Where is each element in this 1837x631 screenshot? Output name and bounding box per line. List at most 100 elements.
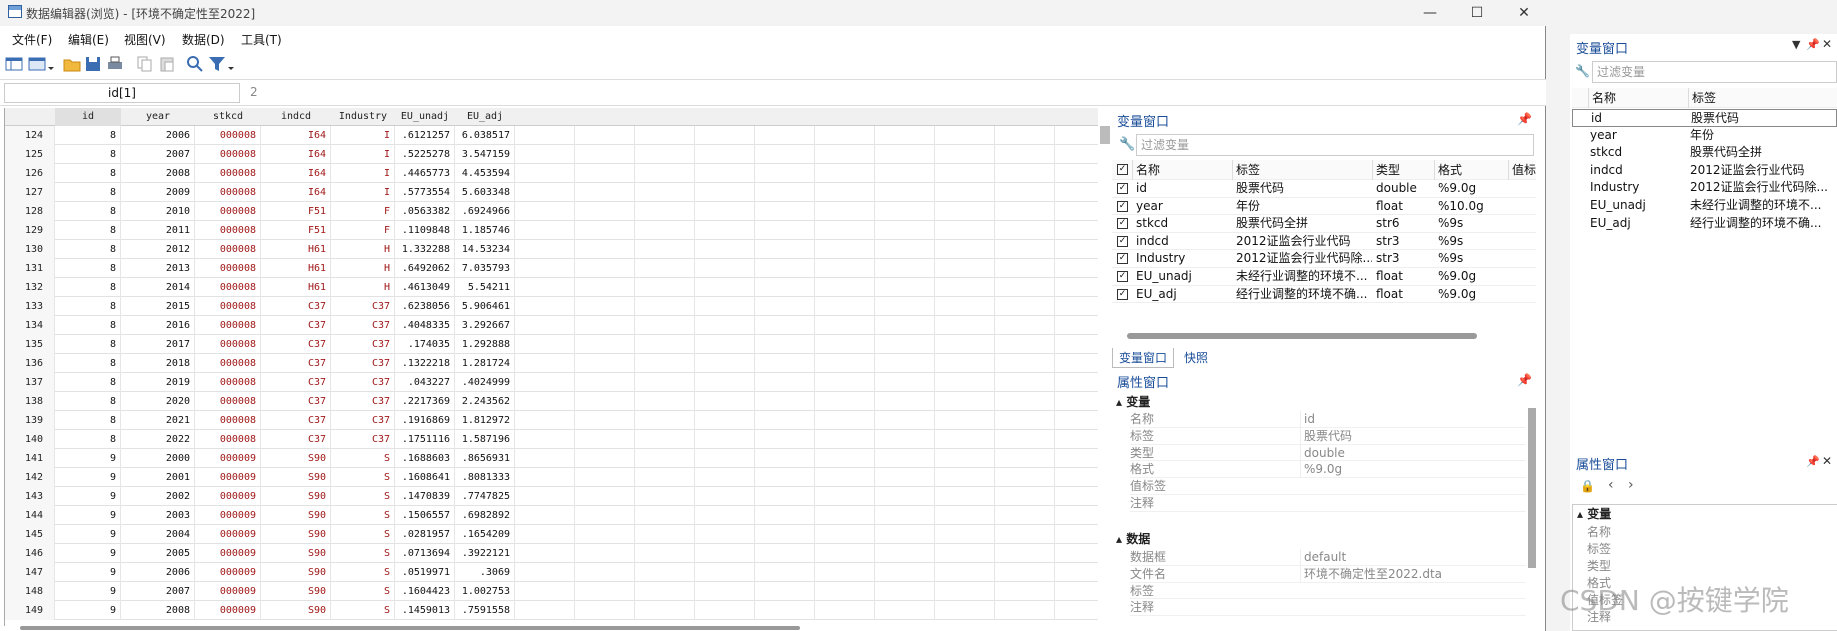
grid-cell[interactable]: H [331, 240, 395, 259]
empty-cell[interactable] [755, 221, 815, 240]
column-header-eu-adj[interactable]: EU_adj [455, 108, 515, 126]
empty-cell[interactable] [875, 221, 935, 240]
empty-cell[interactable] [635, 601, 695, 620]
right-section-variable[interactable]: ▴ 变量 [1577, 505, 1827, 525]
empty-cell[interactable] [695, 259, 755, 278]
empty-cell[interactable] [935, 582, 995, 601]
empty-cell[interactable] [995, 259, 1055, 278]
empty-cell[interactable] [755, 354, 815, 373]
empty-cell[interactable] [755, 259, 815, 278]
grid-cell[interactable]: .6238056 [395, 297, 455, 316]
grid-cell[interactable]: 2002 [121, 487, 195, 506]
column-header-stkcd[interactable]: stkcd [195, 108, 261, 126]
grid-cell[interactable]: 9 [55, 582, 121, 601]
empty-cell[interactable] [575, 411, 635, 430]
data-editor-icon[interactable] [5, 55, 23, 73]
empty-cell[interactable] [1055, 126, 1098, 145]
grid-cell[interactable]: 8 [55, 392, 121, 411]
grid-cell[interactable]: 2019 [121, 373, 195, 392]
property-row[interactable]: 数据框 default [1130, 549, 1526, 566]
empty-cell[interactable] [515, 240, 575, 259]
empty-cell[interactable] [755, 506, 815, 525]
grid-cell[interactable]: .4613049 [395, 278, 455, 297]
column-header-eu-unadj[interactable]: EU_unadj [395, 108, 455, 126]
grid-cell[interactable]: 8 [55, 316, 121, 335]
grid-horizontal-scrollbar[interactable] [20, 626, 800, 630]
grid-cell[interactable]: H61 [261, 278, 331, 297]
empty-cell[interactable] [815, 297, 875, 316]
back-icon[interactable]: ‹ [1608, 477, 1614, 493]
empty-cell[interactable] [575, 430, 635, 449]
property-row[interactable]: 值标签 [1130, 478, 1526, 495]
grid-cell[interactable]: I64 [261, 145, 331, 164]
empty-cell[interactable] [695, 316, 755, 335]
grid-cell[interactable]: 2011 [121, 221, 195, 240]
grid-cell[interactable]: 8 [55, 221, 121, 240]
empty-cell[interactable] [1055, 183, 1098, 202]
empty-cell[interactable] [755, 430, 815, 449]
grid-cell[interactable]: S90 [261, 582, 331, 601]
grid-cell[interactable]: 1.812972 [455, 411, 515, 430]
right-prop-pin-icon[interactable]: 📌 [1806, 455, 1820, 468]
empty-cell[interactable] [935, 316, 995, 335]
empty-cell[interactable] [575, 221, 635, 240]
property-row[interactable]: 文件名 环境不确定性至2022.dta [1130, 565, 1526, 583]
empty-cell[interactable] [575, 278, 635, 297]
empty-cell[interactable] [995, 278, 1055, 297]
column-header-indcd[interactable]: indcd [261, 108, 331, 126]
empty-cell[interactable] [1055, 392, 1098, 411]
empty-cell[interactable] [935, 145, 995, 164]
empty-cell[interactable] [815, 544, 875, 563]
empty-cell[interactable] [635, 202, 695, 221]
empty-cell[interactable] [635, 240, 695, 259]
empty-cell[interactable] [575, 202, 635, 221]
empty-cell[interactable] [635, 373, 695, 392]
empty-cell[interactable] [1055, 278, 1098, 297]
empty-cell[interactable] [755, 468, 815, 487]
empty-cell[interactable] [515, 316, 575, 335]
empty-cell[interactable] [1055, 335, 1098, 354]
empty-cell[interactable] [815, 126, 875, 145]
grid-cell[interactable]: 2017 [121, 335, 195, 354]
find-icon[interactable] [186, 55, 204, 73]
minimize-button[interactable]: — [1416, 2, 1444, 24]
grid-cell[interactable]: 000008 [195, 354, 261, 373]
empty-cell[interactable] [815, 430, 875, 449]
grid-cell[interactable]: 000008 [195, 373, 261, 392]
empty-cell[interactable] [995, 487, 1055, 506]
empty-cell[interactable] [755, 411, 815, 430]
empty-cell[interactable] [875, 468, 935, 487]
header-name[interactable]: 名称 [1132, 160, 1232, 180]
column-header-id[interactable]: id [55, 108, 121, 126]
empty-cell[interactable] [815, 221, 875, 240]
empty-cell[interactable] [875, 449, 935, 468]
variable-row[interactable]: ✓ stkcd 股票代码全拼 str6 %9s [1112, 215, 1536, 233]
grid-cell[interactable]: C37 [331, 335, 395, 354]
empty-cell[interactable] [1055, 202, 1098, 221]
section-variable[interactable]: ▴ 变量 [1116, 393, 1516, 413]
grid-cell[interactable]: C37 [331, 316, 395, 335]
browse-icon[interactable] [28, 55, 56, 73]
empty-cell[interactable] [635, 297, 695, 316]
empty-cell[interactable] [575, 183, 635, 202]
empty-cell[interactable] [935, 278, 995, 297]
empty-cell[interactable] [995, 373, 1055, 392]
empty-cell[interactable] [635, 392, 695, 411]
empty-cell[interactable] [935, 506, 995, 525]
grid-cell[interactable]: 9 [55, 487, 121, 506]
empty-cell[interactable] [515, 582, 575, 601]
variables-hscrollbar[interactable] [1127, 333, 1477, 339]
grid-cell[interactable]: .0563382 [395, 202, 455, 221]
grid-cell[interactable]: C37 [261, 297, 331, 316]
empty-cell[interactable] [635, 278, 695, 297]
grid-cell[interactable]: C37 [261, 373, 331, 392]
section-data[interactable]: ▴ 数据 [1116, 530, 1516, 550]
grid-cell[interactable]: I64 [261, 183, 331, 202]
empty-cell[interactable] [695, 202, 755, 221]
empty-cell[interactable] [635, 354, 695, 373]
empty-cell[interactable] [695, 449, 755, 468]
variable-checkbox[interactable]: ✓ [1117, 183, 1128, 194]
column-header-industry[interactable]: Industry [331, 108, 395, 126]
grid-cell[interactable]: 000008 [195, 183, 261, 202]
empty-cell[interactable] [995, 221, 1055, 240]
